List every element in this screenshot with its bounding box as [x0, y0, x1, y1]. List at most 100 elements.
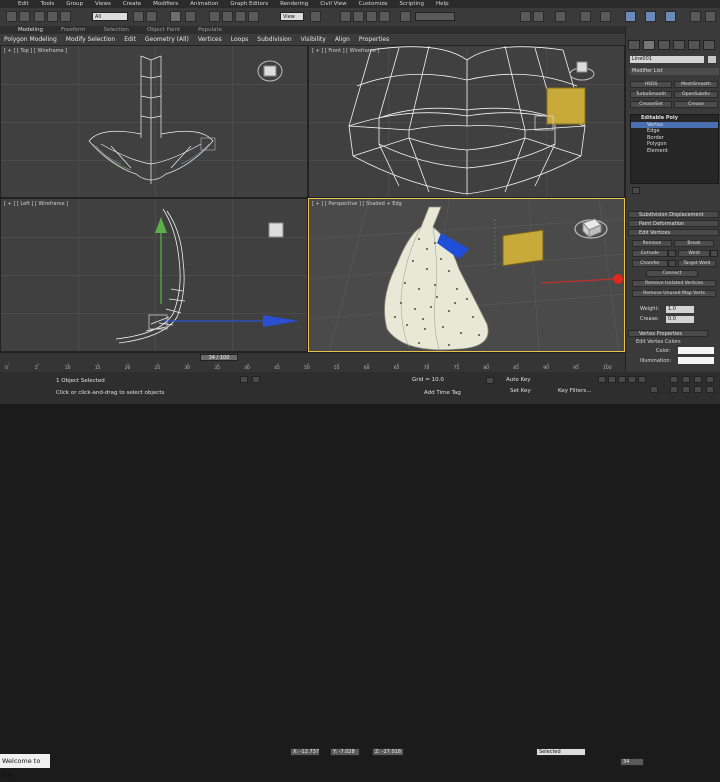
ribbon-vertices[interactable]: Vertices: [198, 36, 222, 43]
select-place-icon[interactable]: [248, 11, 259, 22]
chamfer-settings-icon[interactable]: [668, 260, 676, 267]
select-by-name-icon[interactable]: [146, 11, 157, 22]
motion-tab-icon[interactable]: [673, 40, 685, 50]
key-filters-button[interactable]: Key Filters...: [558, 388, 591, 394]
tab-object-paint[interactable]: Object Paint: [147, 27, 180, 33]
chamfer-button[interactable]: Chamfer: [632, 260, 668, 267]
menu-group[interactable]: Group: [66, 1, 83, 7]
menu-rendering[interactable]: Rendering: [280, 1, 308, 7]
hierarchy-tab-icon[interactable]: [658, 40, 670, 50]
extrude-settings-icon[interactable]: [668, 250, 676, 257]
menu-modifiers[interactable]: Modifiers: [153, 1, 178, 7]
lock-selection-icon[interactable]: [240, 376, 248, 383]
viewport-label-left[interactable]: [ + ] [ Left ] [ Wireframe ]: [4, 201, 68, 207]
remove-button[interactable]: Remove: [632, 240, 672, 247]
viewport-front[interactable]: [ + ] [ Front ] [ Wireframe ]: [308, 45, 625, 198]
z-coordinate-field[interactable]: Z: -27.018: [372, 748, 404, 756]
named-selection-icon[interactable]: [400, 11, 411, 22]
scene-explorer-icon[interactable]: [555, 11, 566, 22]
link-icon[interactable]: [34, 11, 45, 22]
viewcube-icon[interactable]: [571, 213, 611, 243]
previous-frame-icon[interactable]: [608, 376, 616, 383]
bind-space-warp-icon[interactable]: [60, 11, 71, 22]
zoom-extents-icon[interactable]: [694, 376, 702, 383]
percent-snap-icon[interactable]: [366, 11, 377, 22]
ribbon-modify-selection[interactable]: Modify Selection: [66, 36, 115, 43]
mirror-icon[interactable]: [520, 11, 531, 22]
field-of-view-icon[interactable]: [670, 386, 678, 393]
stack-item-element[interactable]: Element: [631, 148, 718, 155]
play-icon[interactable]: [618, 376, 626, 383]
select-scale-icon[interactable]: [235, 11, 246, 22]
redo-icon[interactable]: [19, 11, 30, 22]
remove-unused-map-verts-button[interactable]: Remove Unused Map Verts: [632, 290, 716, 297]
viewcube-icon[interactable]: [255, 58, 285, 84]
menu-tools[interactable]: Tools: [41, 1, 55, 7]
weight-spinner[interactable]: 1.0: [666, 306, 694, 313]
viewport-label-perspective[interactable]: [ + ] [ Perspective ] [ Shaded + Edg: [312, 201, 402, 207]
menu-help[interactable]: Help: [436, 1, 449, 7]
rollout-vertex-properties[interactable]: Vertex Properties: [628, 330, 708, 337]
menu-graph-editors[interactable]: Graph Editors: [230, 1, 268, 7]
meshsmooth-button[interactable]: MeshSmooth: [674, 81, 718, 88]
weld-button[interactable]: Weld: [678, 250, 710, 257]
creaseset-button[interactable]: CreaseSet: [630, 101, 672, 108]
ribbon-geometry-all[interactable]: Geometry (All): [145, 36, 189, 43]
curve-editor-icon[interactable]: [580, 11, 591, 22]
snaps-toggle-icon[interactable]: [340, 11, 351, 22]
ribbon-loops[interactable]: Loops: [231, 36, 249, 43]
time-configuration-icon[interactable]: [650, 386, 658, 393]
key-set-dropdown[interactable]: Selected: [536, 748, 586, 756]
next-frame-icon[interactable]: [628, 376, 636, 383]
viewport-left[interactable]: [ + ] [ Left ] [ Wireframe ]: [0, 198, 308, 352]
menu-animation[interactable]: Animation: [190, 1, 218, 7]
x-coordinate-field[interactable]: X: -12.737: [290, 748, 320, 756]
viewport-perspective[interactable]: [ + ] [ Perspective ] [ Shaded + Edg: [308, 198, 625, 352]
menu-views[interactable]: Views: [95, 1, 111, 7]
ribbon-visibility[interactable]: Visibility: [301, 36, 326, 43]
zoom-extents-all-icon[interactable]: [706, 376, 714, 383]
set-key-button[interactable]: Set Key: [510, 388, 531, 394]
menu-create[interactable]: Create: [123, 1, 141, 7]
menu-edit[interactable]: Edit: [18, 1, 29, 7]
ribbon-polygon-modeling[interactable]: Polygon Modeling: [4, 36, 57, 43]
remove-isolated-vertices-button[interactable]: Remove Isolated Vertices: [632, 280, 716, 287]
zoom-icon[interactable]: [670, 376, 678, 383]
configure-modifier-sets-icon[interactable]: [632, 187, 640, 194]
select-object-icon[interactable]: [133, 11, 144, 22]
select-move-icon[interactable]: [209, 11, 220, 22]
crease-spinner[interactable]: 0.0: [666, 316, 694, 323]
go-to-end-icon[interactable]: [638, 376, 646, 383]
render-setup-icon[interactable]: [625, 11, 636, 22]
tab-selection[interactable]: Selection: [104, 27, 129, 33]
ribbon-subdivision[interactable]: Subdivision: [257, 36, 291, 43]
modify-tab-icon[interactable]: [643, 40, 655, 50]
viewcube-icon[interactable]: [567, 58, 597, 84]
absolute-mode-icon[interactable]: [252, 376, 260, 383]
named-selection-sets-field[interactable]: [415, 12, 455, 21]
utilities-tab-icon[interactable]: [703, 40, 715, 50]
rendered-frame-window-icon[interactable]: [645, 11, 656, 22]
orbit-icon[interactable]: [694, 386, 702, 393]
create-tab-icon[interactable]: [628, 40, 640, 50]
rollout-edit-vertices[interactable]: Edit Vertices: [628, 229, 719, 236]
angle-snap-icon[interactable]: [353, 11, 364, 22]
extrude-button[interactable]: Extrude: [632, 250, 668, 257]
ribbon-properties[interactable]: Properties: [359, 36, 389, 43]
render-in-cloud-icon[interactable]: [690, 11, 701, 22]
viewport-top[interactable]: [ + ] [ Top ] [ Wireframe ]: [0, 45, 308, 198]
select-rotate-icon[interactable]: [222, 11, 233, 22]
modifier-list-dropdown[interactable]: Modifier List: [630, 68, 719, 75]
spinner-snap-icon[interactable]: [379, 11, 390, 22]
viewport-label-front[interactable]: [ + ] [ Front ] [ Wireframe ]: [312, 48, 379, 54]
rectangular-selection-icon[interactable]: [170, 11, 181, 22]
hsds-button[interactable]: HSDS: [630, 81, 672, 88]
weld-settings-icon[interactable]: [710, 250, 718, 257]
tab-populate[interactable]: Populate: [198, 27, 222, 33]
ribbon-edit[interactable]: Edit: [124, 36, 136, 43]
crease-button[interactable]: Crease: [674, 101, 718, 108]
display-tab-icon[interactable]: [688, 40, 700, 50]
key-mode-icon[interactable]: [486, 377, 494, 384]
viewcube-icon[interactable]: [261, 217, 291, 243]
menu-customize[interactable]: Customize: [359, 1, 388, 7]
